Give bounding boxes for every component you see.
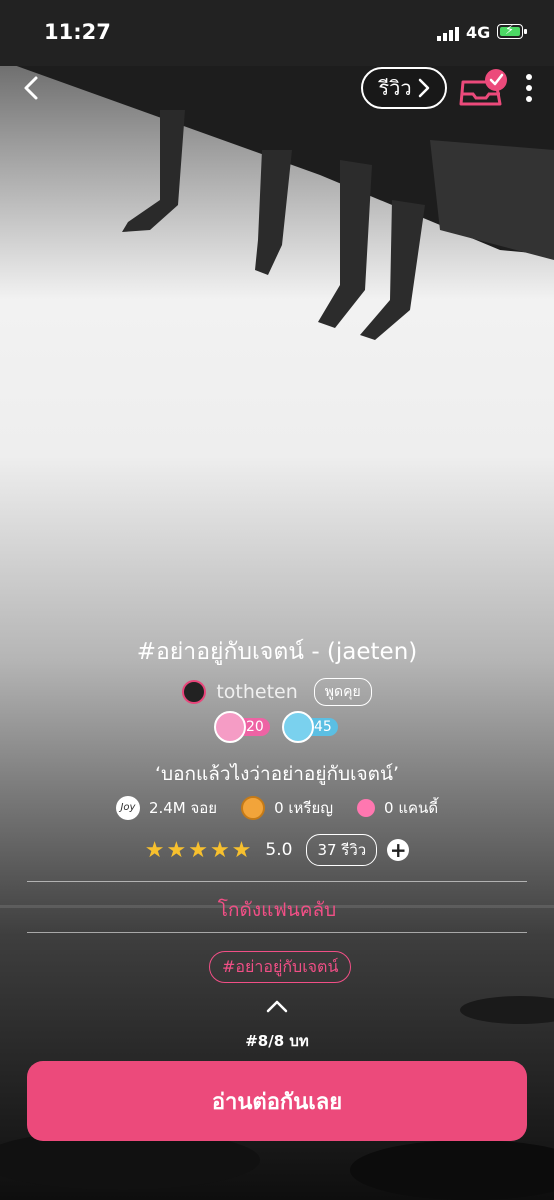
author-avatar[interactable] (182, 680, 207, 704)
joy-count: 2.4M จอย (148, 799, 218, 817)
coin-count: 0 เหรียญ (274, 799, 334, 817)
bottle-icon (282, 711, 314, 743)
smile-icon (214, 711, 246, 743)
shelf-check-icon[interactable] (458, 66, 508, 110)
badge-row: 20 45 (0, 711, 554, 743)
star-rating-icon: ★★★★★ (144, 837, 254, 863)
candy-stat: 0 แคนดี้ (357, 796, 438, 820)
back-icon[interactable] (14, 70, 50, 106)
joy-icon: Joy (115, 796, 140, 820)
novel-title: #อย่าอยู่กับเจตน์ - (jaeten) (136, 639, 418, 665)
chat-button[interactable]: พูดคุย (313, 678, 372, 706)
tag-chip[interactable]: #อย่าอยู่กับเจตน์ (209, 951, 352, 983)
fanclub-link[interactable]: โกดังแฟนคลับ (0, 895, 554, 925)
rating-score: 5.0 (265, 840, 293, 860)
read-button[interactable]: อ่านต่อกันเลย (27, 1061, 527, 1141)
stats-row: Joy 2.4M จอย 0 เหรียญ 0 แคนดี้ (0, 796, 554, 820)
candy-icon (357, 799, 376, 817)
chevron-up-icon[interactable] (265, 998, 289, 1014)
network-label: 4G (466, 23, 491, 42)
candy-count: 0 แคนดี้ (384, 799, 439, 817)
review-button-label: รีวิว (378, 76, 412, 100)
divider (27, 932, 527, 933)
signal-icon (437, 27, 459, 41)
author-row: totheten พูดคุย (0, 678, 554, 706)
joy-stat: Joy 2.4M จอย (115, 796, 218, 820)
add-review-button[interactable]: + (387, 839, 410, 861)
battery-icon: ⚡ (497, 23, 527, 39)
coin-stat: 0 เหรียญ (241, 796, 333, 820)
chevron-right-icon (418, 78, 429, 98)
bottle-badge: 45 (282, 711, 340, 743)
divider (27, 881, 527, 882)
episode-count: #8/8 บท (245, 1032, 309, 1050)
smile-badge: 20 (214, 711, 272, 743)
review-count-button[interactable]: 37 รีวิว (306, 834, 378, 866)
review-button[interactable]: รีวิว (361, 67, 447, 109)
tagline: ‘บอกแล้วไงว่าอย่าอยู่กับเจตน์’ (154, 763, 400, 785)
cover-background (0, 0, 554, 1200)
coin-icon (241, 796, 266, 820)
status-time: 11:27 (44, 20, 111, 44)
more-icon[interactable] (522, 74, 536, 110)
status-bar: 11:27 4G ⚡ (0, 0, 554, 66)
author-name[interactable]: totheten (216, 681, 297, 703)
rating-row: ★★★★★ 5.0 37 รีวิว + (0, 834, 554, 866)
